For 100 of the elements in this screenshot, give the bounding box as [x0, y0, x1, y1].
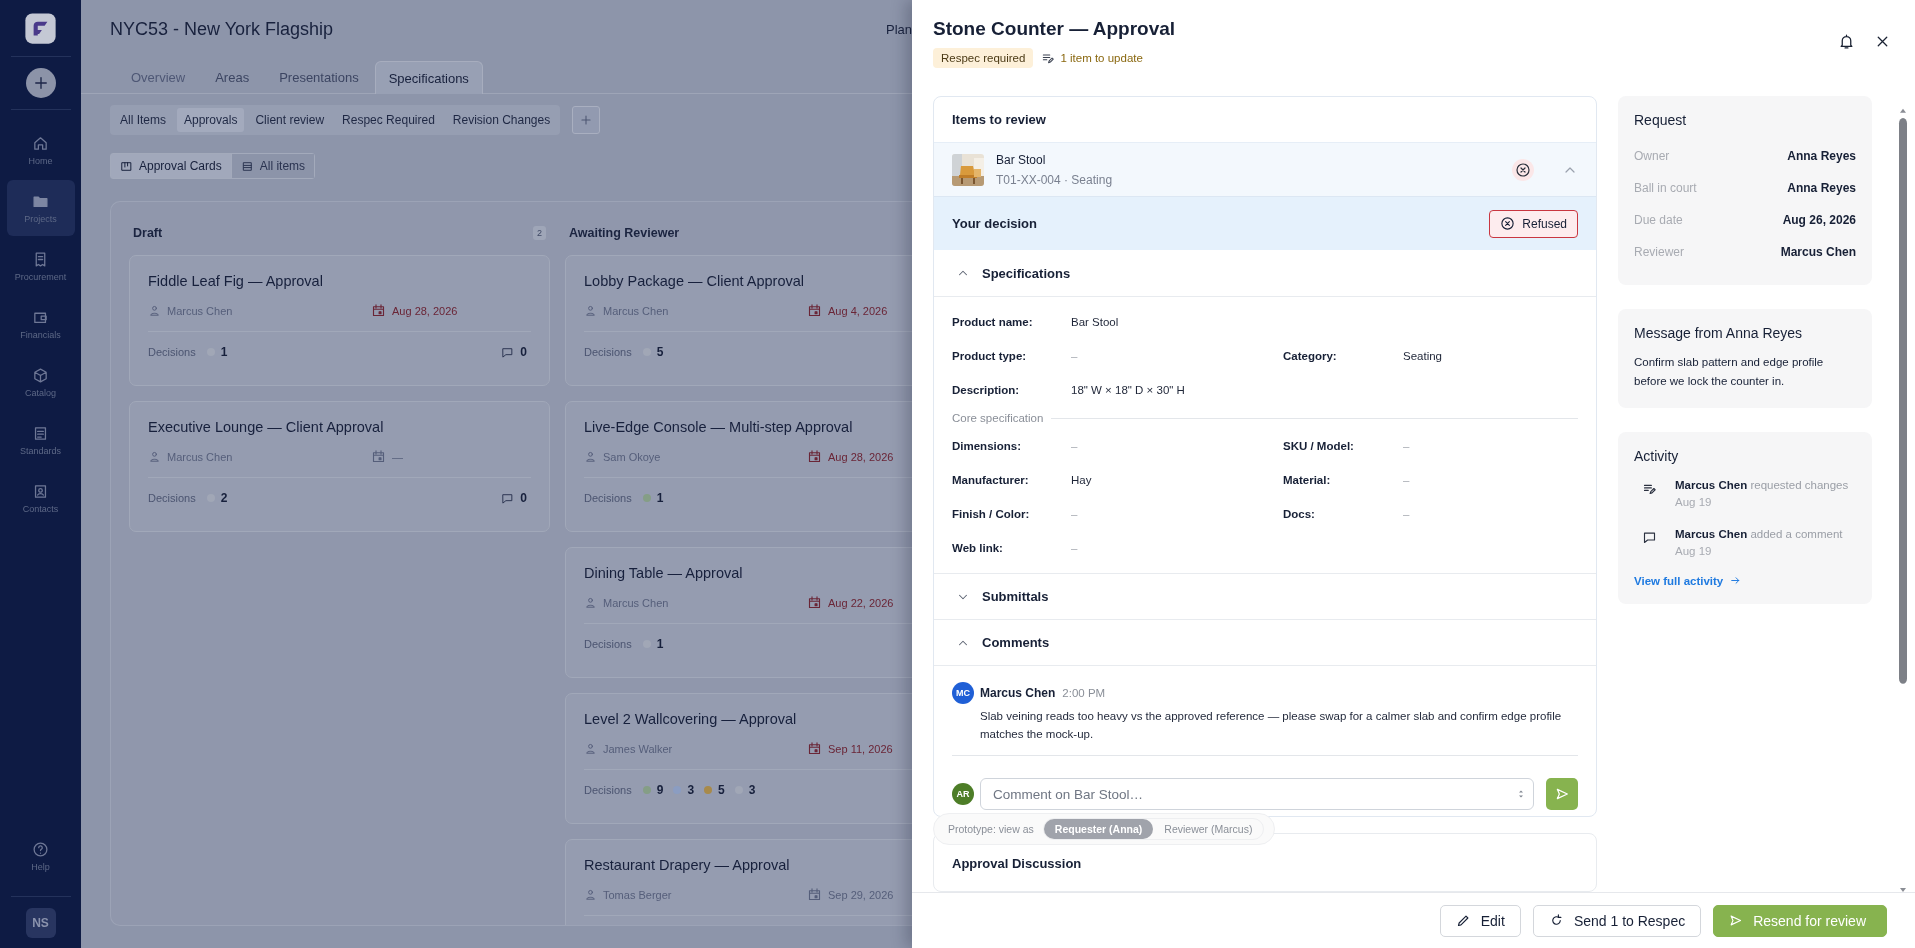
due-date: Aug 22, 2026 — [828, 596, 894, 609]
section-title: Approval Discussion — [952, 856, 1083, 871]
approval-card[interactable]: Dining Table — Approval Marcus Chen Aug 22, 2026 Decisions 1 — [565, 547, 912, 678]
user-avatar[interactable]: NS — [25, 908, 56, 938]
person-icon — [148, 450, 161, 463]
decisions-label: Decisions — [584, 638, 632, 650]
approval-card[interactable]: Restaurant Drapery — Approval Tomas Berger Sep 29, 2026 — [565, 839, 912, 925]
filter-tab[interactable]: Client review — [248, 108, 332, 132]
home-icon — [32, 134, 49, 152]
sidebar-item[interactable]: Contacts — [6, 470, 75, 526]
item-row[interactable]: Bar Stool T01-XX-004 · Seating — [934, 142, 1596, 197]
field-value: – — [1071, 350, 1079, 362]
field-value: 18" W × 18" D × 30" H — [1071, 384, 1186, 396]
field-value: Hay — [1071, 474, 1093, 486]
card-title: Executive Lounge — Client Approval — [148, 419, 385, 435]
view-toggle[interactable]: Approval Cards — [111, 154, 231, 178]
person-icon — [584, 742, 597, 755]
contact-card-icon — [32, 482, 49, 500]
document-icon — [32, 424, 49, 442]
item-name: Bar Stool — [996, 152, 1047, 167]
cube-icon — [32, 366, 49, 384]
approval-card[interactable]: Level 2 Wallcovering — Approval James Walker Sep 11, 2026 Decisions 9 3 5 3 — [565, 693, 912, 824]
view-option[interactable]: Reviewer (Marcus) — [1153, 819, 1264, 839]
decision-count: 5 — [656, 345, 664, 359]
field-value: – — [1403, 474, 1411, 486]
filter-tab[interactable]: Revision Changes — [445, 108, 558, 132]
field-label: Due date — [1634, 213, 1683, 227]
activity-date: Aug 19 — [1675, 496, 1713, 508]
comment-field[interactable]: Comment on Bar Stool… — [980, 778, 1534, 810]
board-icon — [120, 159, 133, 173]
owner-name: James Walker — [603, 742, 673, 755]
calendar-icon — [807, 887, 822, 902]
person-icon — [584, 596, 597, 609]
activity-date: Aug 19 — [1675, 545, 1713, 557]
field-value: – — [1071, 542, 1079, 554]
field-value: Seating — [1403, 350, 1443, 362]
due-date: Aug 4, 2026 — [828, 304, 888, 317]
sidebar-item[interactable]: Catalog — [6, 354, 75, 410]
field-label: Description: — [952, 384, 1021, 396]
view-toggle[interactable]: All items — [230, 154, 315, 178]
approval-card[interactable]: Fiddle Leaf Fig — Approval Marcus Chen Aug 28, 2026 Decisions 1 0 — [129, 255, 550, 386]
card-title: Fiddle Leaf Fig — Approval — [148, 273, 324, 289]
bell-icon[interactable] — [1838, 33, 1855, 50]
filter-tab[interactable]: Approvals — [177, 108, 245, 132]
owner-name: Marcus Chen — [167, 450, 233, 463]
decisions-label: Decisions — [584, 492, 632, 504]
user-avatar: MC — [952, 682, 974, 704]
calendar-icon — [807, 303, 822, 318]
send-icon — [1554, 786, 1570, 802]
card-title: Live-Edge Console — Multi-step Approval — [584, 419, 854, 435]
decisions-label: Decisions — [148, 492, 196, 504]
tab[interactable]: Areas — [201, 61, 264, 93]
activity-text: Marcus Chen added a comment — [1675, 527, 1843, 542]
owner-name: Marcus Chen — [167, 304, 233, 317]
tab[interactable]: Presentations — [265, 61, 373, 93]
filter-tab[interactable]: All Items — [113, 108, 173, 132]
sidebar-item[interactable]: Procurement — [6, 238, 75, 294]
message-text: Confirm slab pattern and edge profile before we lock the counter in. — [1634, 355, 1825, 389]
subsection-title: Core specification — [952, 412, 1044, 424]
action-button[interactable]: Edit — [1439, 904, 1521, 937]
field-value: Anna Reyes — [1787, 181, 1856, 195]
send-icon — [1728, 913, 1744, 928]
help-link[interactable]: Help — [6, 828, 75, 884]
section-title: Items to review — [951, 111, 1047, 129]
approval-card[interactable]: Executive Lounge — Client Approval Marcus Chen — Decisions 2 0 — [129, 401, 550, 532]
decision-count: 5 — [718, 783, 725, 797]
project-title: NYC53 - New York Flagship — [110, 18, 335, 40]
item-meta: T01-XX-004 · Seating — [996, 172, 1114, 187]
decision-label: Your decision — [952, 216, 1037, 231]
update-count: 1 item to update — [1060, 52, 1143, 64]
sidebar-item[interactable]: Home — [6, 122, 75, 178]
help-icon — [32, 840, 49, 858]
sidebar-item[interactable]: Financials — [6, 296, 75, 352]
decision-button[interactable]: Refused — [1489, 209, 1578, 238]
calendar-icon — [807, 741, 822, 756]
card-title: Dining Table — Approval — [584, 565, 744, 581]
comment-icon — [501, 491, 515, 505]
field-label: SKU / Model: — [1283, 440, 1355, 452]
field-value: Aug 26, 2026 — [1782, 213, 1856, 227]
approval-card[interactable]: Lobby Package — Client Approval Marcus Chen Aug 4, 2026 Decisions 5 — [565, 255, 912, 386]
count-badge: 2 — [533, 226, 546, 240]
due-date: — — [392, 450, 403, 463]
field-label: Finish / Color: — [952, 508, 1031, 520]
decision-count: 2 — [220, 491, 228, 505]
due-date: Sep 11, 2026 — [828, 742, 893, 755]
view-activity-link[interactable]: View full activity — [1634, 574, 1856, 587]
field-value: Marcus Chen — [1780, 245, 1856, 259]
comment-text: Slab veining reads too heavy vs the approved reference — please swap for a calmer slab and confirm edge profile matches the mock-up. — [980, 709, 1563, 742]
action-button[interactable]: Send 1 to Respec — [1532, 904, 1702, 937]
field-label: Product type: — [952, 350, 1028, 362]
owner-name: Marcus Chen — [603, 304, 669, 317]
person-icon — [584, 450, 597, 463]
sidebar-item[interactable]: Standards — [6, 412, 75, 468]
field-value: – — [1403, 508, 1411, 520]
filter-tab[interactable]: Respec Required — [335, 108, 442, 132]
add-button[interactable] — [25, 68, 56, 98]
person-icon — [584, 888, 597, 901]
comment-count: 0 — [520, 491, 527, 505]
tab[interactable]: Specifications — [374, 61, 483, 94]
approval-card[interactable]: Live-Edge Console — Multi-step Approval Sam Okoye Aug 28, 2026 Decisions 1 — [565, 401, 912, 532]
